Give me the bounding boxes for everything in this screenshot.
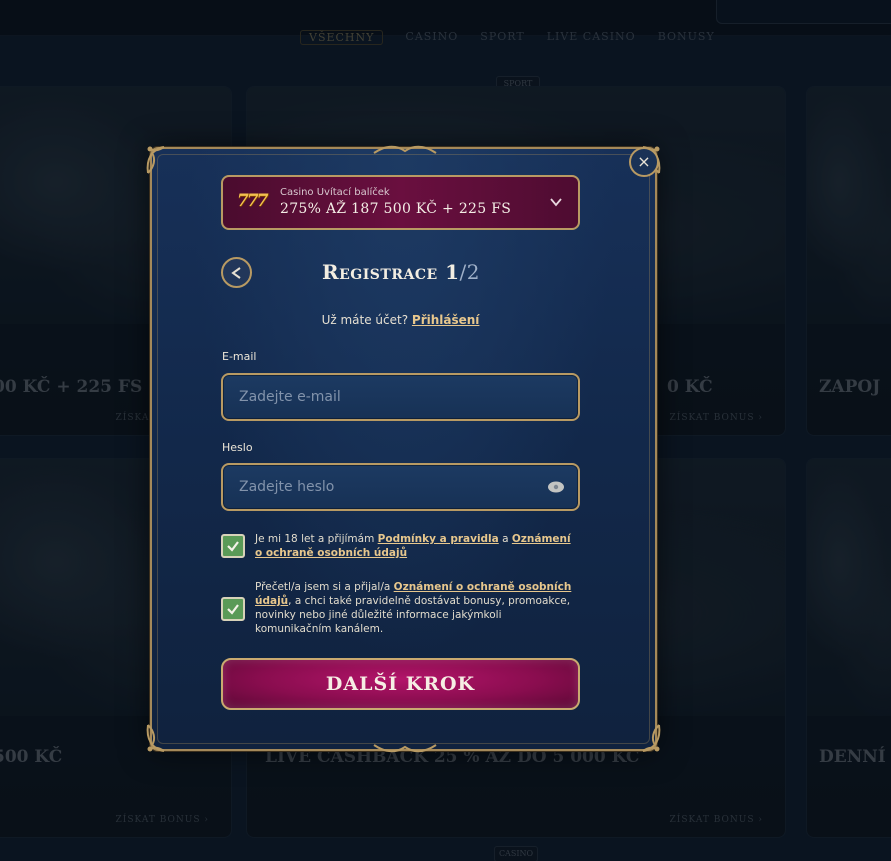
checkmark-icon xyxy=(227,604,239,615)
top-ornament-icon xyxy=(373,145,437,154)
page-title: Registrace 1/2 xyxy=(252,257,550,287)
login-prompt: Už máte účet? Přihlášení xyxy=(221,313,580,327)
terms-checkbox[interactable] xyxy=(221,534,245,558)
chevron-down-icon xyxy=(550,198,562,207)
bonus-package-offer: 275% AŽ 187 500 KČ + 225 FS xyxy=(280,201,512,217)
close-icon: × xyxy=(637,152,651,171)
email-field-frame xyxy=(221,373,580,421)
terms-link[interactable]: Podmínky a pravidla xyxy=(378,533,499,545)
password-label: Heslo xyxy=(222,441,253,454)
back-button[interactable] xyxy=(221,257,252,288)
consent-text: Přečetl/a jsem si a přijal/a xyxy=(255,581,394,593)
consent-text: a xyxy=(498,533,512,545)
close-button[interactable]: × xyxy=(629,147,659,177)
consent-text: , a chci také pravidelně dostávat bonusy… xyxy=(255,595,571,635)
email-label: E-mail xyxy=(222,350,257,363)
welcome-bonus-selector[interactable]: 777 Casino Uvítací balíček 275% AŽ 187 5… xyxy=(221,175,580,230)
slot-777-icon: 777 xyxy=(237,191,269,211)
consent-text: Je mi 18 let a přijímám xyxy=(255,533,378,545)
login-prompt-text: Už máte účet? xyxy=(321,313,409,327)
terms-consent-text: Je mi 18 let a přijímám Podmínky a pravi… xyxy=(255,532,575,560)
password-field[interactable] xyxy=(239,465,539,509)
email-field[interactable] xyxy=(239,375,539,419)
marketing-checkbox[interactable] xyxy=(221,597,245,621)
login-link[interactable]: Přihlášení xyxy=(412,313,480,327)
next-step-button[interactable]: DALŠÍ KROK xyxy=(221,658,580,710)
chevron-left-icon xyxy=(231,267,241,279)
title-step-total: /2 xyxy=(459,260,480,284)
password-field-frame xyxy=(221,463,580,511)
checkmark-icon xyxy=(227,541,239,552)
bottom-ornament-icon xyxy=(373,744,437,753)
eye-icon[interactable] xyxy=(548,480,564,494)
bonus-package-name: Casino Uvítací balíček xyxy=(280,187,390,198)
title-text: Registrace 1 xyxy=(322,260,460,284)
marketing-consent-text: Přečetl/a jsem si a přijal/a Oznámení o … xyxy=(255,580,575,636)
